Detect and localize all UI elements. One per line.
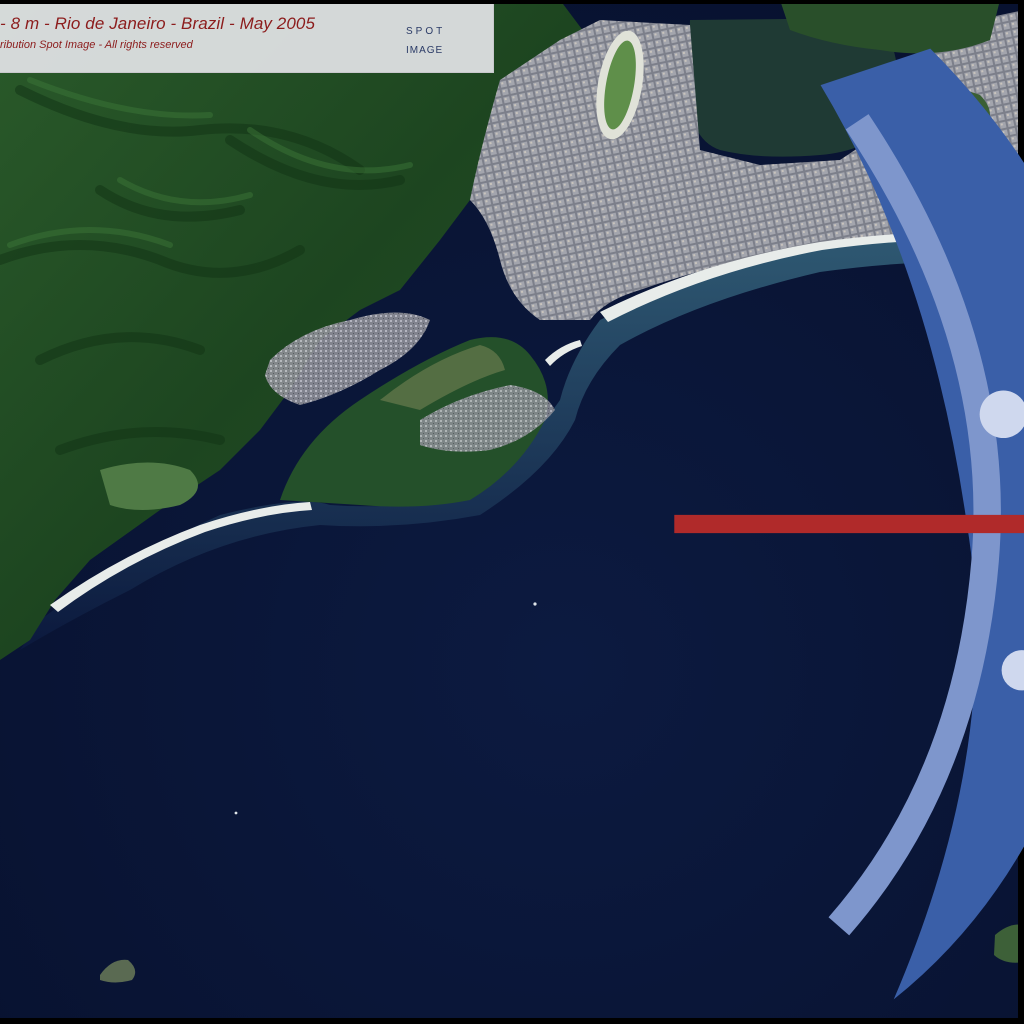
boat <box>234 811 238 815</box>
caption-title: - 8 m - Rio de Janeiro - Brazil - May 20… <box>0 14 316 33</box>
globe-icon <box>674 48 1024 1000</box>
satellite-image: - 8 m - Rio de Janeiro - Brazil - May 20… <box>0 0 1024 1024</box>
caption-box: - 8 m - Rio de Janeiro - Brazil - May 20… <box>0 4 1024 1000</box>
caption-credit: ribution Spot Image - All rights reserve… <box>0 39 193 51</box>
spot-image-logo: SPOT IMAGE <box>400 12 1024 1000</box>
golf-course <box>100 462 198 510</box>
